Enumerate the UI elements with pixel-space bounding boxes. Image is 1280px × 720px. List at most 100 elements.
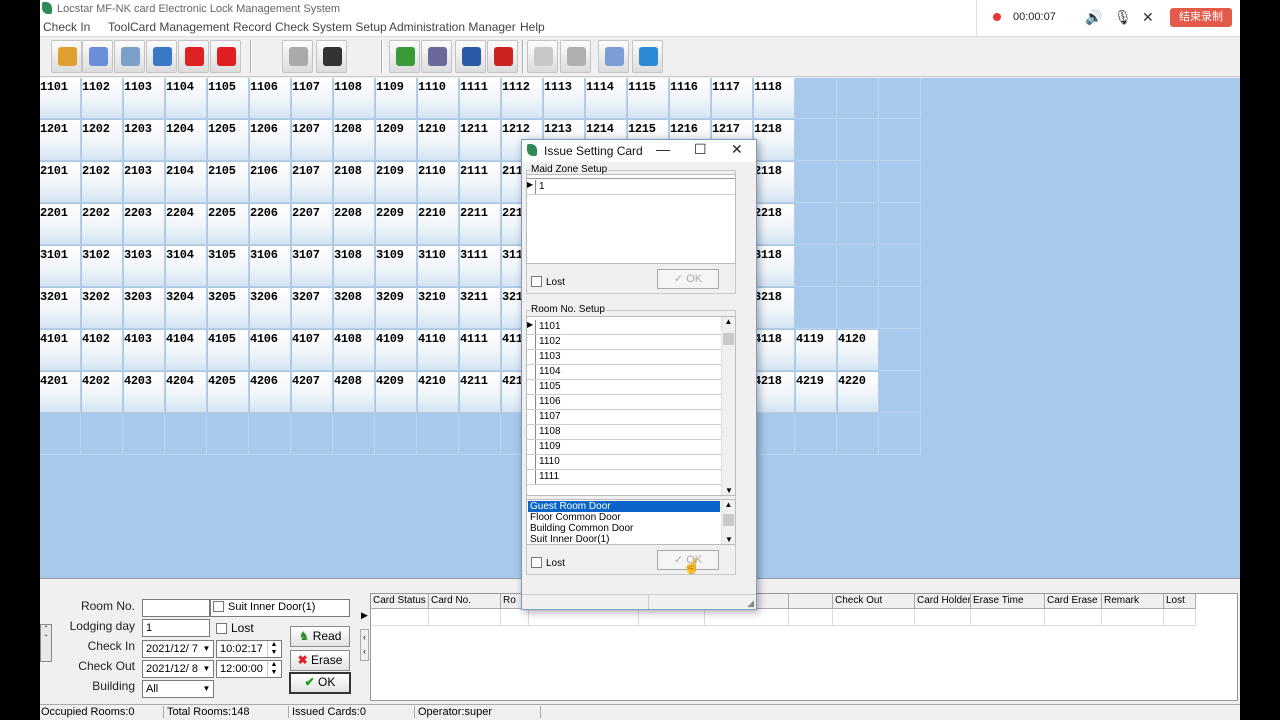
toolbar-button-15[interactable] (632, 40, 663, 73)
room-cell[interactable]: 4219 (796, 372, 837, 413)
room-cell[interactable]: 1106 (250, 78, 291, 119)
list-item[interactable]: 1103 (527, 350, 721, 365)
room-cell[interactable]: 3111 (460, 246, 501, 287)
room-cell[interactable]: 1203 (124, 120, 165, 161)
column-header[interactable]: Erase Time (971, 594, 1045, 609)
room-cell[interactable]: 1202 (82, 120, 123, 161)
room-cell[interactable]: 3205 (208, 288, 249, 329)
list-item[interactable]: 1102 (527, 335, 721, 350)
room-cell[interactable]: 3204 (166, 288, 207, 329)
room-cell[interactable]: 3201 (40, 288, 81, 329)
spin-icon[interactable]: ▲ ▼ (267, 641, 280, 657)
room-cell[interactable]: 2205 (208, 204, 249, 245)
list-item[interactable]: 1110 (527, 455, 721, 470)
toolbar-button-6[interactable] (282, 40, 313, 73)
room-cell[interactable]: 4101 (40, 330, 81, 371)
door-type-option[interactable]: Suit Inner Door(1) (528, 534, 720, 545)
room-cell[interactable]: 1110 (418, 78, 459, 119)
room-cell[interactable]: 4208 (334, 372, 375, 413)
room-cell[interactable]: 1115 (628, 78, 669, 119)
scroll-up-icon[interactable]: ▲ (722, 500, 735, 509)
table-cell[interactable] (529, 609, 639, 626)
room-cell[interactable]: 4103 (124, 330, 165, 371)
toolbar-button-1[interactable] (82, 40, 113, 73)
column-header[interactable] (789, 594, 833, 609)
room-cell[interactable]: 2103 (124, 162, 165, 203)
door-type-list[interactable]: ▲ ▼ Guest Room Door Floor Common Door Buil… (526, 499, 736, 545)
room-cell[interactable]: 2203 (124, 204, 165, 245)
room-cell[interactable]: 2208 (334, 204, 375, 245)
room-cell[interactable]: 2102 (82, 162, 123, 203)
room-cell[interactable]: 1206 (250, 120, 291, 161)
lost-checkbox[interactable] (216, 623, 227, 634)
spin-icon[interactable]: ▲ ▼ (267, 661, 280, 677)
table-cell[interactable] (1045, 609, 1102, 626)
minimize-icon[interactable]: — (656, 141, 670, 157)
resize-grip-icon[interactable]: ◢ (747, 598, 754, 609)
table-cell[interactable] (971, 609, 1045, 626)
menu-tool[interactable]: Tool (108, 20, 130, 34)
list-item[interactable]: 1105 (527, 380, 721, 395)
room-cell[interactable]: 1112 (502, 78, 543, 119)
door-type-list[interactable]: Suit Inner Door(1) (210, 599, 350, 617)
scroll-up-icon[interactable]: ▲ (722, 317, 735, 326)
toolbar-button-12[interactable] (527, 40, 558, 73)
room-cell[interactable]: 2111 (460, 162, 501, 203)
door-type-option[interactable]: Guest Room Door (528, 501, 720, 512)
room-cell[interactable]: 4211 (460, 372, 501, 413)
room-cell[interactable]: 3210 (418, 288, 459, 329)
room-setup-list[interactable]: ▲ ▼ ▶ 1101 1102 1103 1104 1105 1106 1107 1108 110… (526, 316, 736, 496)
list-item[interactable]: ▶ 1 (527, 180, 735, 195)
room-cell[interactable]: 2106 (250, 162, 291, 203)
room-cell[interactable]: 3104 (166, 246, 207, 287)
room-cell[interactable]: 4109 (376, 330, 417, 371)
column-header[interactable]: Card Holder (915, 594, 971, 609)
room-cell[interactable]: 4118 (754, 330, 795, 371)
room-cell[interactable]: 2201 (40, 204, 81, 245)
room-cell[interactable]: 3106 (250, 246, 291, 287)
room-cell[interactable]: 4120 (838, 330, 879, 371)
room-lost-option[interactable]: Lost (531, 557, 565, 569)
room-cell[interactable]: 2211 (460, 204, 501, 245)
list-item[interactable]: 1109 (527, 440, 721, 455)
room-cell[interactable]: 3208 (334, 288, 375, 329)
room-cell[interactable]: 1118 (754, 78, 795, 119)
room-cell[interactable]: 4206 (250, 372, 291, 413)
toolbar-button-3[interactable] (146, 40, 177, 73)
room-cell[interactable]: 2118 (754, 162, 795, 203)
room-cell[interactable]: 1104 (166, 78, 207, 119)
check-in-time[interactable]: 10:02:17 ▲ ▼ (216, 640, 282, 658)
lodging-day-input[interactable]: 1 (142, 619, 210, 637)
menu-record-check[interactable]: Record Check (233, 20, 309, 34)
room-cell[interactable]: 3203 (124, 288, 165, 329)
scroll-down-icon[interactable]: ▼ (722, 535, 736, 544)
room-cell[interactable]: 3209 (376, 288, 417, 329)
table-cell[interactable] (501, 609, 529, 626)
toolbar-button-10[interactable] (455, 40, 486, 73)
list-item[interactable]: 1106 (527, 395, 721, 410)
ok-button[interactable]: ✔ OK (289, 672, 351, 694)
room-cell[interactable]: 3207 (292, 288, 333, 329)
room-cell[interactable]: 2104 (166, 162, 207, 203)
suite-checkbox[interactable] (213, 601, 224, 612)
door-list-scrollbar[interactable]: ▲ ▼ (721, 500, 735, 544)
toolbar-button-9[interactable] (421, 40, 452, 73)
room-cell[interactable]: 2206 (250, 204, 291, 245)
room-cell[interactable]: 4105 (208, 330, 249, 371)
table-cell[interactable] (429, 609, 501, 626)
chevron-down-icon[interactable]: ▼ (201, 642, 212, 656)
check-in-date[interactable]: 2021/12/ 7 ▼ (142, 640, 214, 658)
column-header[interactable]: Lost (1164, 594, 1196, 609)
room-cell[interactable]: 2218 (754, 204, 795, 245)
table-cell[interactable] (915, 609, 971, 626)
table-cell[interactable] (639, 609, 705, 626)
list-item[interactable]: 1107 (527, 410, 721, 425)
room-cell[interactable]: 4201 (40, 372, 81, 413)
room-cell[interactable]: 4119 (796, 330, 837, 371)
scroll-thumb[interactable] (723, 333, 734, 345)
room-cell[interactable]: 2108 (334, 162, 375, 203)
lost-option[interactable]: Lost (216, 621, 254, 635)
table-cell[interactable] (1102, 609, 1164, 626)
room-cell[interactable]: 1107 (292, 78, 333, 119)
menu-check-in[interactable]: Check In (43, 20, 90, 34)
